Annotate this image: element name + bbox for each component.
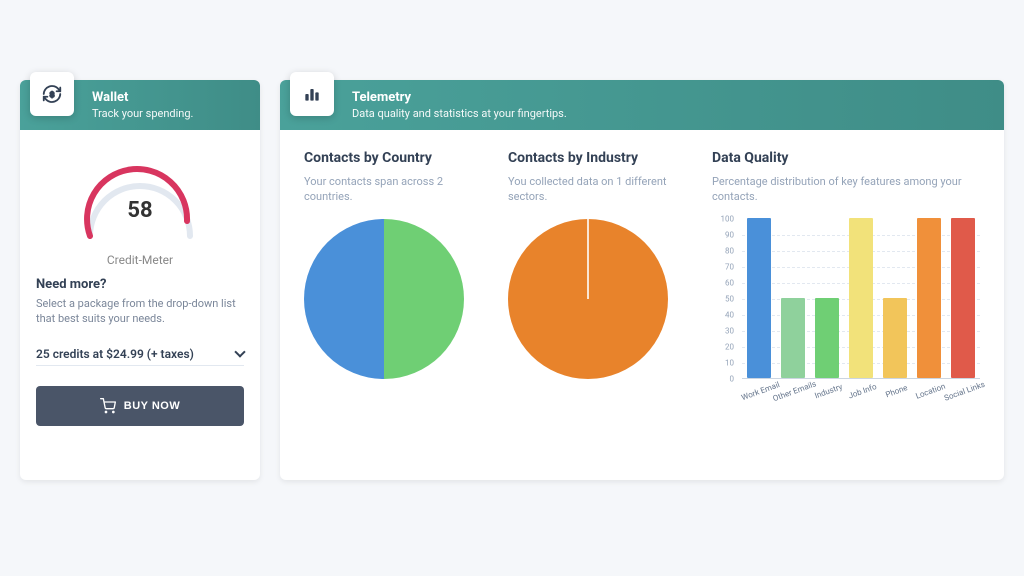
industry-subtext: You collected data on 1 different sector… bbox=[508, 174, 688, 205]
bar bbox=[747, 218, 771, 378]
credit-gauge: 58 Credit-Meter bbox=[70, 146, 210, 267]
x-label: Location bbox=[914, 381, 946, 400]
contacts-by-country: Contacts by Country Your contacts span a… bbox=[304, 150, 484, 460]
telemetry-title: Telemetry bbox=[352, 90, 988, 105]
wallet-subtitle: Track your spending. bbox=[92, 107, 244, 120]
need-more-text: Select a package from the drop-down list… bbox=[36, 296, 244, 327]
gauge-label: Credit-Meter bbox=[70, 253, 210, 267]
x-label: Job Info bbox=[847, 382, 878, 401]
y-tick: 10 bbox=[725, 358, 734, 367]
telemetry-card: Telemetry Data quality and statistics at… bbox=[280, 80, 1004, 480]
data-quality-section: Data Quality Percentage distribution of … bbox=[712, 150, 980, 460]
wallet-header: $ Wallet Track your spending. bbox=[20, 80, 260, 130]
y-tick: 20 bbox=[725, 342, 734, 351]
quality-subtext: Percentage distribution of key features … bbox=[712, 174, 980, 205]
bar-chart-icon bbox=[290, 72, 334, 116]
telemetry-body: Contacts by Country Your contacts span a… bbox=[280, 130, 1004, 480]
svg-text:$: $ bbox=[50, 90, 54, 99]
select-label: 25 credits at $24.99 (+ taxes) bbox=[36, 347, 194, 361]
y-tick: 60 bbox=[725, 278, 734, 287]
need-more-heading: Need more? bbox=[36, 277, 244, 292]
x-label: Social Links bbox=[943, 379, 986, 402]
y-tick: 80 bbox=[725, 246, 734, 255]
bar bbox=[849, 218, 873, 378]
country-subtext: Your contacts span across 2 countries. bbox=[304, 174, 484, 205]
telemetry-header: Telemetry Data quality and statistics at… bbox=[280, 80, 1004, 130]
bar bbox=[917, 218, 941, 378]
x-label: Industry bbox=[813, 382, 843, 400]
wallet-title: Wallet bbox=[92, 90, 244, 105]
country-pie-chart bbox=[304, 219, 464, 379]
y-tick: 90 bbox=[725, 230, 734, 239]
buy-now-button[interactable]: BUY NOW bbox=[36, 386, 244, 426]
wallet-body: 58 Credit-Meter Need more? Select a pack… bbox=[20, 130, 260, 480]
x-label: Phone bbox=[884, 383, 908, 399]
contacts-by-industry: Contacts by Industry You collected data … bbox=[508, 150, 688, 460]
y-tick: 0 bbox=[730, 374, 735, 383]
bar bbox=[815, 298, 839, 378]
y-tick: 30 bbox=[725, 326, 734, 335]
bar bbox=[951, 218, 975, 378]
y-tick: 40 bbox=[725, 310, 734, 319]
country-heading: Contacts by Country bbox=[304, 150, 484, 166]
quality-bar-chart: 0102030405060708090100 Work EmailOther E… bbox=[712, 219, 980, 403]
refresh-cycle-icon: $ bbox=[30, 72, 74, 116]
quality-heading: Data Quality bbox=[712, 150, 980, 166]
gauge-value: 58 bbox=[70, 198, 210, 223]
industry-pie-chart bbox=[508, 219, 668, 379]
bar bbox=[781, 298, 805, 378]
y-tick: 70 bbox=[725, 262, 734, 271]
credit-package-select[interactable]: 25 credits at $24.99 (+ taxes) bbox=[36, 343, 244, 366]
wallet-card: $ Wallet Track your spending. 58 Credit-… bbox=[20, 80, 260, 480]
industry-heading: Contacts by Industry bbox=[508, 150, 688, 166]
telemetry-subtitle: Data quality and statistics at your fing… bbox=[352, 107, 988, 120]
chevron-down-icon bbox=[234, 346, 245, 357]
y-tick: 100 bbox=[721, 214, 735, 223]
need-more-section: Need more? Select a package from the dro… bbox=[36, 277, 244, 327]
y-tick: 50 bbox=[725, 294, 734, 303]
bar bbox=[883, 298, 907, 378]
buy-label: BUY NOW bbox=[124, 400, 180, 412]
cart-icon bbox=[100, 398, 116, 414]
